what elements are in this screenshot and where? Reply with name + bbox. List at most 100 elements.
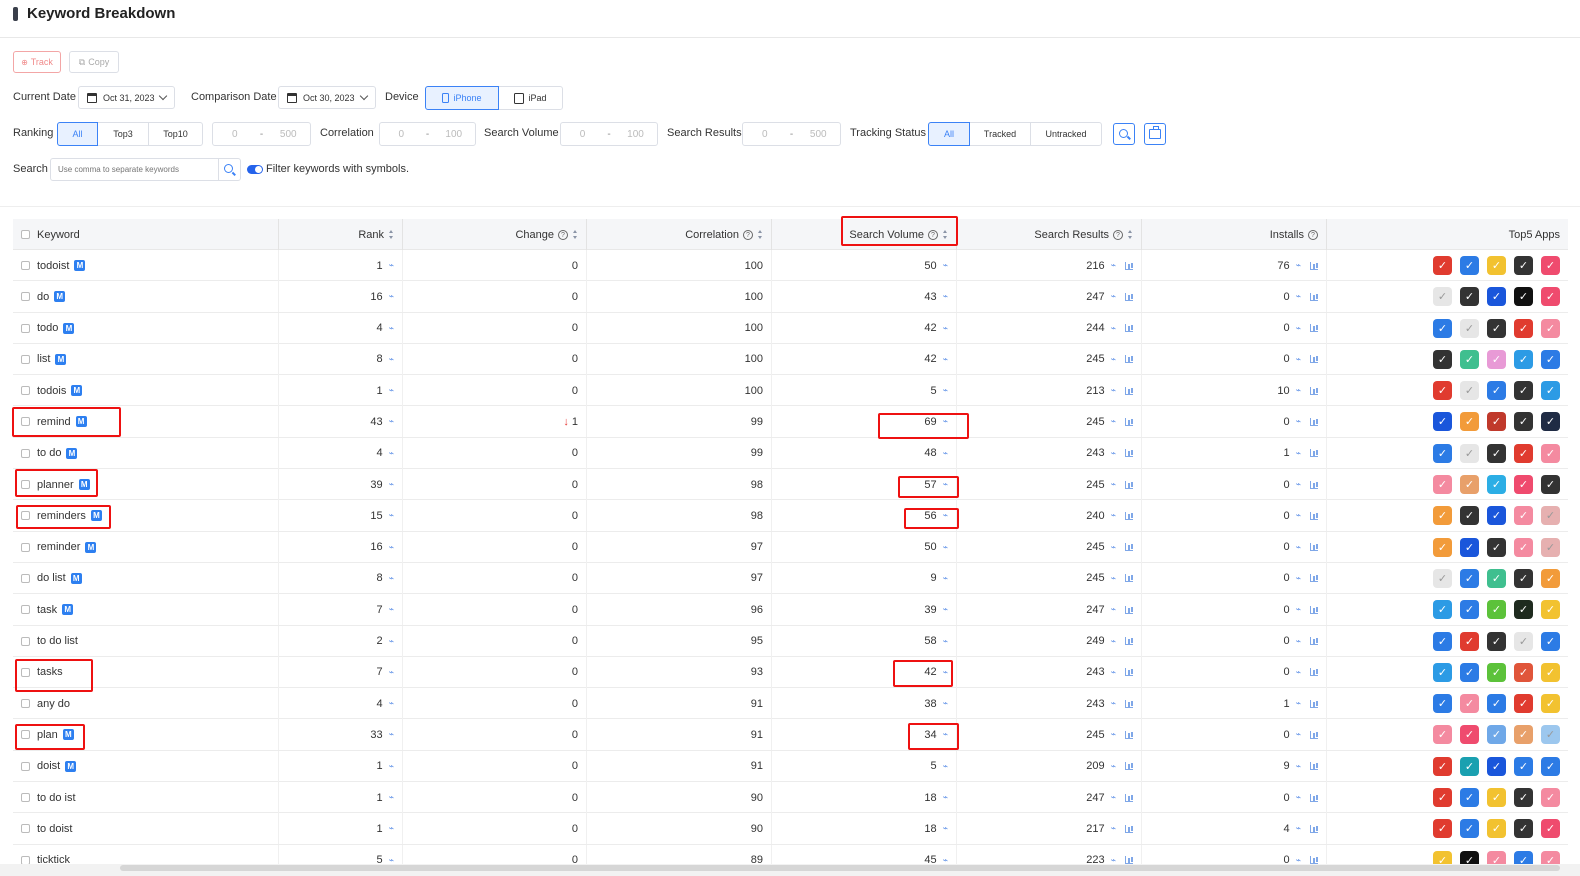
app-icon[interactable]: ✓ xyxy=(1541,756,1560,776)
bar-chart-icon[interactable] xyxy=(1310,386,1318,395)
correlation-min[interactable]: 0 xyxy=(380,129,423,140)
app-icon[interactable]: ✓ xyxy=(1460,475,1479,495)
app-icon[interactable]: ✓ xyxy=(1433,694,1452,714)
row-checkbox[interactable] xyxy=(21,354,30,364)
trend-icon[interactable]: ⌁ xyxy=(1296,542,1301,553)
help-icon[interactable]: ? xyxy=(1308,229,1318,240)
bar-chart-icon[interactable] xyxy=(1310,355,1318,364)
bar-chart-icon[interactable] xyxy=(1310,292,1318,301)
trend-icon[interactable]: ⌁ xyxy=(1111,636,1116,647)
keyword-text[interactable]: any do xyxy=(37,698,70,710)
keyword-text[interactable]: to doist xyxy=(37,823,72,835)
column-search-volume[interactable]: Search Volume? xyxy=(772,219,957,250)
bar-chart-icon[interactable] xyxy=(1125,292,1133,301)
trend-icon[interactable]: ⌁ xyxy=(1296,761,1301,772)
trend-icon[interactable]: ⌁ xyxy=(943,260,948,271)
help-icon[interactable]: ? xyxy=(558,229,568,240)
app-icon[interactable]: ✓ xyxy=(1514,443,1533,463)
app-icon[interactable]: ✓ xyxy=(1487,819,1506,839)
trend-icon[interactable]: ⌁ xyxy=(1111,698,1116,709)
app-icon[interactable]: ✓ xyxy=(1514,381,1533,401)
app-icon[interactable]: ✓ xyxy=(1433,412,1452,432)
app-icon[interactable]: ✓ xyxy=(1433,756,1452,776)
sort-icon[interactable] xyxy=(389,230,394,239)
trend-icon[interactable]: ⌁ xyxy=(389,479,394,490)
app-icon[interactable]: ✓ xyxy=(1487,568,1506,588)
sort-icon[interactable] xyxy=(758,230,763,239)
row-checkbox[interactable] xyxy=(21,261,30,270)
app-icon[interactable]: ✓ xyxy=(1514,631,1533,651)
app-icon[interactable]: ✓ xyxy=(1487,256,1506,275)
trend-icon[interactable]: ⌁ xyxy=(389,823,394,834)
trend-icon[interactable]: ⌁ xyxy=(389,323,394,334)
row-checkbox[interactable] xyxy=(21,605,30,615)
trend-icon[interactable]: ⌁ xyxy=(1111,792,1116,803)
keyword-text[interactable]: do list xyxy=(37,572,66,584)
comparison-date-picker[interactable]: Oct 30, 2023 xyxy=(278,86,376,109)
row-checkbox[interactable] xyxy=(21,699,30,709)
trend-icon[interactable]: ⌁ xyxy=(1111,729,1116,740)
app-icon[interactable]: ✓ xyxy=(1433,318,1452,338)
row-checkbox[interactable] xyxy=(21,761,30,771)
app-icon[interactable]: ✓ xyxy=(1541,381,1560,401)
trend-icon[interactable]: ⌁ xyxy=(1111,510,1116,521)
trend-icon[interactable]: ⌁ xyxy=(1111,323,1116,334)
app-icon[interactable]: ✓ xyxy=(1541,819,1560,839)
trend-icon[interactable]: ⌁ xyxy=(943,323,948,334)
trend-icon[interactable]: ⌁ xyxy=(389,448,394,459)
trend-icon[interactable]: ⌁ xyxy=(943,510,948,521)
app-icon[interactable]: ✓ xyxy=(1460,443,1479,463)
keyword-text[interactable]: doist xyxy=(37,760,60,772)
app-icon[interactable]: ✓ xyxy=(1514,506,1533,526)
app-icon[interactable]: ✓ xyxy=(1460,412,1479,432)
bar-chart-icon[interactable] xyxy=(1310,480,1318,489)
trend-icon[interactable]: ⌁ xyxy=(389,761,394,772)
app-icon[interactable]: ✓ xyxy=(1460,819,1479,839)
app-icon[interactable]: ✓ xyxy=(1433,256,1452,275)
search-volume-max[interactable]: 100 xyxy=(614,129,657,140)
app-icon[interactable]: ✓ xyxy=(1487,788,1506,808)
search-results-range-input[interactable]: 0-500 xyxy=(742,122,841,146)
column-change[interactable]: Change? xyxy=(403,219,587,250)
row-checkbox[interactable] xyxy=(21,480,30,490)
app-icon[interactable]: ✓ xyxy=(1460,631,1479,651)
app-icon[interactable]: ✓ xyxy=(1487,381,1506,401)
app-icon[interactable]: ✓ xyxy=(1541,349,1560,369)
app-icon[interactable]: ✓ xyxy=(1460,381,1479,401)
export-button[interactable] xyxy=(1144,123,1166,145)
trend-icon[interactable]: ⌁ xyxy=(1296,510,1301,521)
keyword-text[interactable]: list xyxy=(37,353,50,365)
app-icon[interactable]: ✓ xyxy=(1487,537,1506,557)
app-icon[interactable]: ✓ xyxy=(1541,568,1560,588)
app-icon[interactable]: ✓ xyxy=(1460,756,1479,776)
trend-icon[interactable]: ⌁ xyxy=(943,542,948,553)
trend-icon[interactable]: ⌁ xyxy=(943,667,948,678)
trend-icon[interactable]: ⌁ xyxy=(1296,479,1301,490)
ranking-option-top10[interactable]: Top10 xyxy=(148,122,203,146)
app-icon[interactable]: ✓ xyxy=(1514,694,1533,714)
ranking-max[interactable]: 500 xyxy=(267,129,311,140)
trend-icon[interactable]: ⌁ xyxy=(1296,260,1301,271)
trend-icon[interactable]: ⌁ xyxy=(389,792,394,803)
trend-icon[interactable]: ⌁ xyxy=(389,667,394,678)
app-icon[interactable]: ✓ xyxy=(1487,443,1506,463)
bar-chart-icon[interactable] xyxy=(1125,355,1133,364)
keyword-search-input[interactable] xyxy=(51,159,219,180)
keyword-text[interactable]: plan xyxy=(37,729,58,741)
column-installs[interactable]: Installs? xyxy=(1142,219,1327,250)
keyword-text[interactable]: to do xyxy=(37,447,61,459)
select-all-checkbox[interactable] xyxy=(21,230,30,239)
app-icon[interactable]: ✓ xyxy=(1487,662,1506,682)
app-icon[interactable]: ✓ xyxy=(1460,568,1479,588)
keyword-text[interactable]: todois xyxy=(37,385,66,397)
bar-chart-icon[interactable] xyxy=(1310,417,1318,426)
app-icon[interactable]: ✓ xyxy=(1433,475,1452,495)
keyword-text[interactable]: remind xyxy=(37,416,71,428)
trend-icon[interactable]: ⌁ xyxy=(1111,416,1116,427)
row-checkbox[interactable] xyxy=(21,793,30,803)
bar-chart-icon[interactable] xyxy=(1125,730,1133,739)
app-icon[interactable]: ✓ xyxy=(1487,725,1506,745)
app-icon[interactable]: ✓ xyxy=(1541,318,1560,338)
row-checkbox[interactable] xyxy=(21,323,30,333)
app-icon[interactable]: ✓ xyxy=(1541,506,1560,526)
